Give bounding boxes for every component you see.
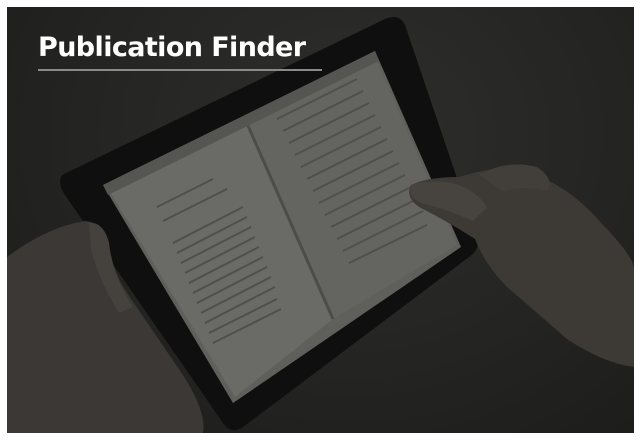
publication-finder-tile[interactable]: Publication Finder (7, 7, 634, 433)
tile-title-group: Publication Finder (38, 31, 322, 71)
page-title[interactable]: Publication Finder (38, 31, 322, 65)
title-underline (38, 69, 322, 71)
